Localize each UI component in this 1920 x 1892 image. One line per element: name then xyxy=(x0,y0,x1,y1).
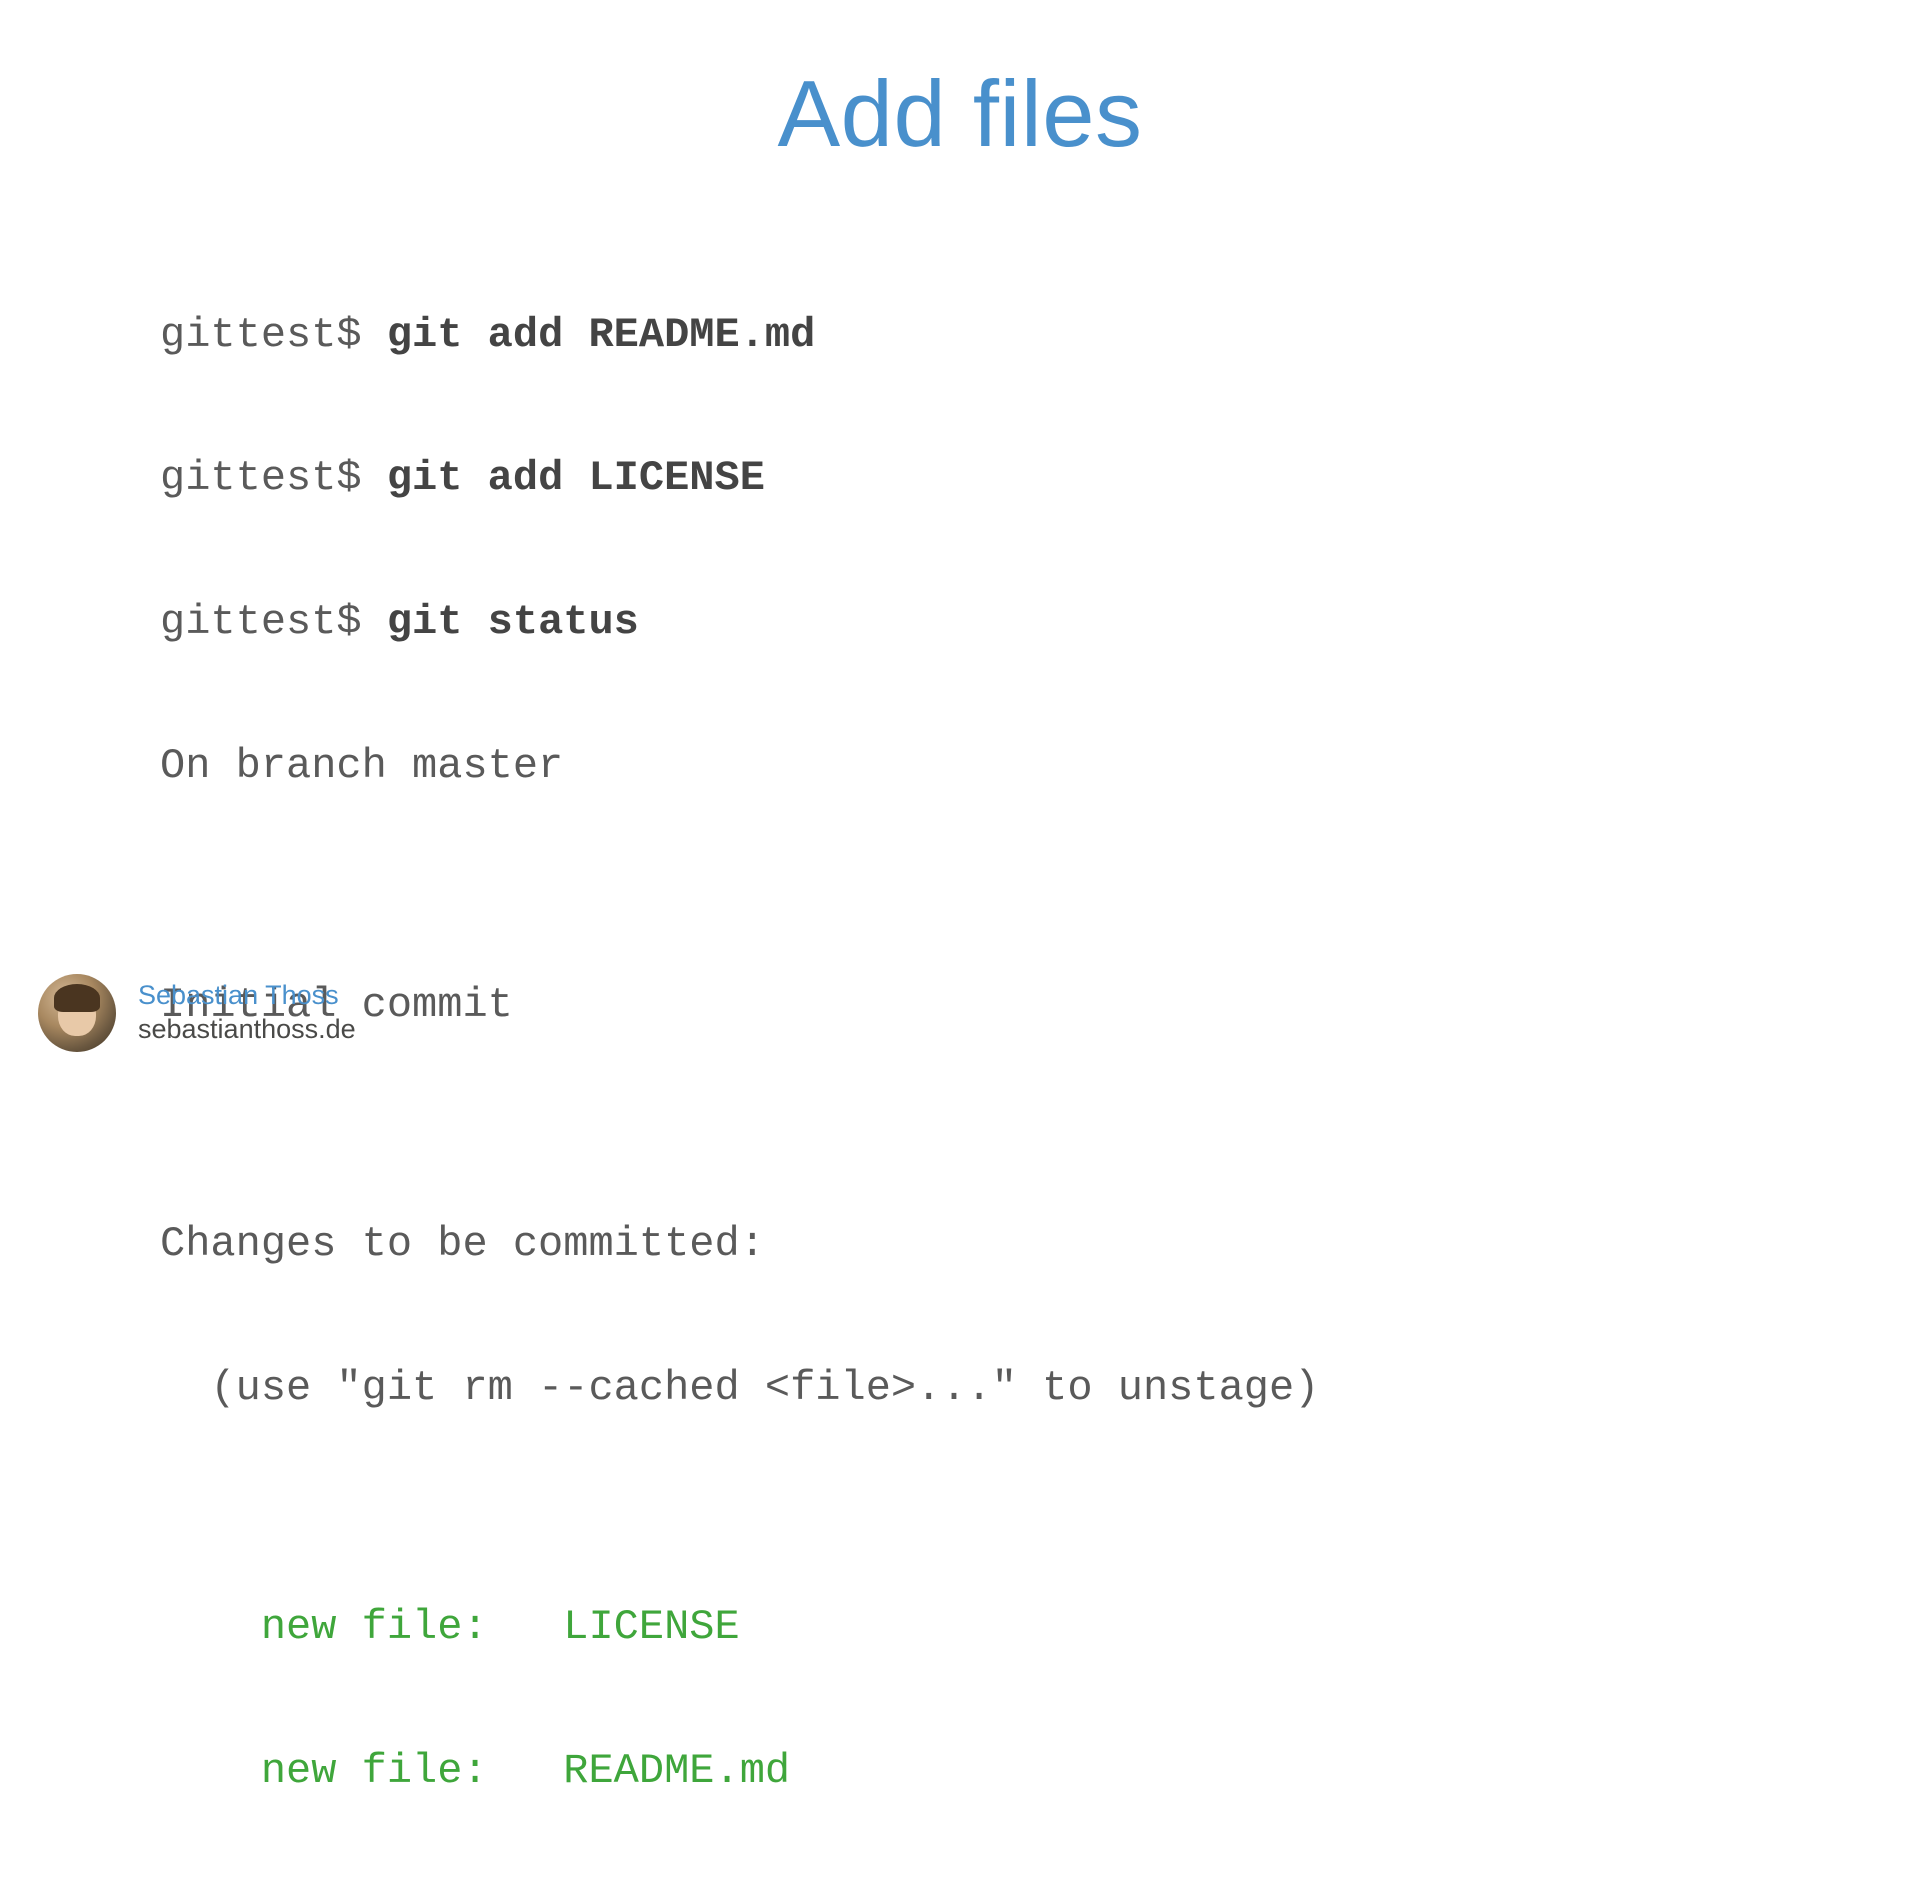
code-line-12-new-file: new file: README.md xyxy=(160,1748,1760,1796)
code-line-3: gittest$ git status xyxy=(160,599,1760,647)
command: git status xyxy=(387,598,639,646)
code-line-4: On branch master xyxy=(160,743,1760,791)
prompt: gittest$ xyxy=(160,454,387,502)
slide-title: Add files xyxy=(160,60,1760,168)
footer: Sebastian Thoss sebastianthoss.de xyxy=(38,974,356,1052)
author-name: Sebastian Thoss xyxy=(138,979,356,1013)
code-line-2: gittest$ git add LICENSE xyxy=(160,455,1760,503)
command: git add README.md xyxy=(387,311,815,359)
author-site: sebastianthoss.de xyxy=(138,1013,356,1047)
code-line-9: (use "git rm --cached <file>..." to unst… xyxy=(160,1365,1760,1413)
slide: Add files gittest$ git add README.md git… xyxy=(0,0,1920,1080)
code-line-6: Initial commit xyxy=(160,982,1760,1030)
code-block: gittest$ git add README.md gittest$ git … xyxy=(160,216,1760,1892)
code-line-1: gittest$ git add README.md xyxy=(160,312,1760,360)
author-avatar xyxy=(38,974,116,1052)
code-line-11-new-file: new file: LICENSE xyxy=(160,1604,1760,1652)
code-line-8: Changes to be committed: xyxy=(160,1221,1760,1269)
prompt: gittest$ xyxy=(160,598,387,646)
prompt: gittest$ xyxy=(160,311,387,359)
command: git add LICENSE xyxy=(387,454,765,502)
footer-text: Sebastian Thoss sebastianthoss.de xyxy=(138,979,356,1047)
